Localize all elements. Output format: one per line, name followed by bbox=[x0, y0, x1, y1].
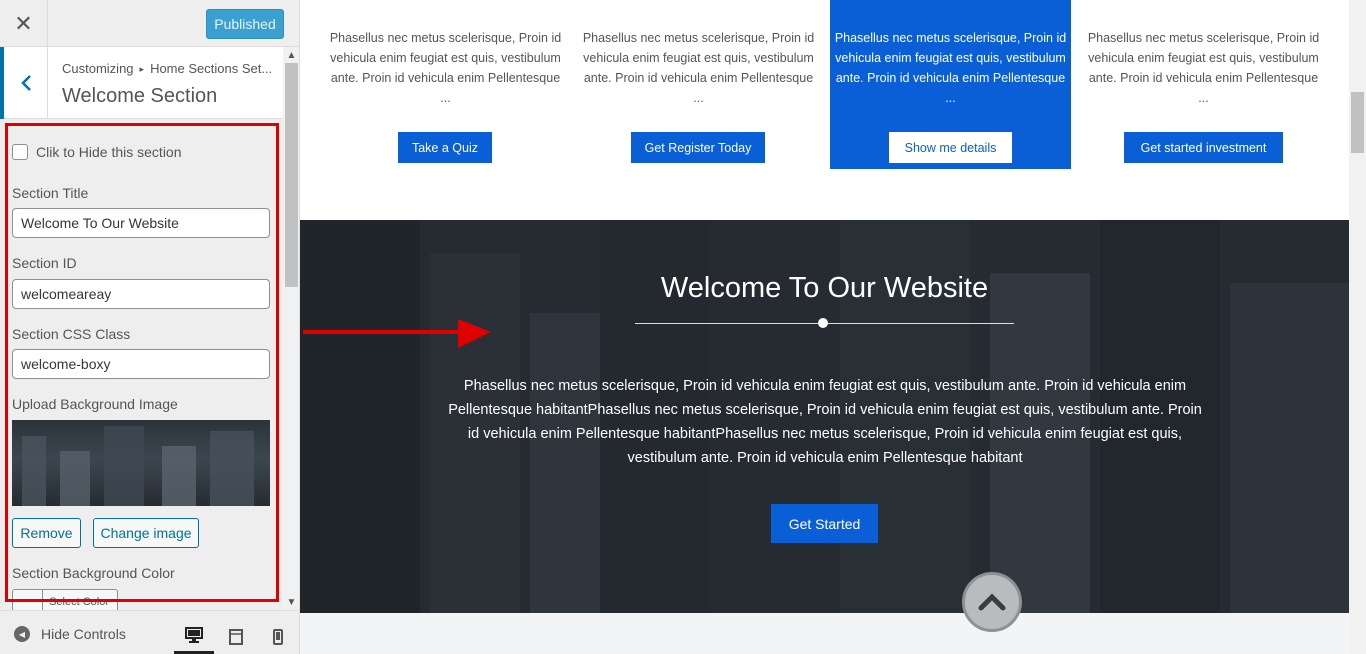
preview-scrollbar[interactable] bbox=[1349, 0, 1366, 654]
mobile-icon bbox=[273, 629, 283, 645]
sidebar-scroll-thumb[interactable] bbox=[285, 63, 298, 287]
scroll-to-top-button[interactable] bbox=[962, 572, 1022, 632]
breadcrumb: Customizing ▸ Home Sections Set... bbox=[62, 61, 272, 76]
chevron-left-icon bbox=[20, 75, 31, 91]
section-css-class-input[interactable]: welcome-boxy bbox=[12, 349, 270, 379]
remove-image-button[interactable]: Remove bbox=[12, 518, 81, 548]
scroll-up-arrow-icon[interactable]: ▲ bbox=[283, 47, 299, 63]
section-header: Customizing ▸ Home Sections Set... Welcome… bbox=[0, 47, 283, 119]
hide-section-checkbox[interactable] bbox=[12, 144, 28, 160]
sidebar-scrollbar[interactable]: ▲ ▼ bbox=[283, 47, 299, 610]
customizer-header: ✕ Published bbox=[0, 0, 299, 47]
tablet-icon bbox=[229, 629, 243, 645]
get-started-investment-button[interactable]: Get started investment bbox=[1124, 132, 1283, 163]
welcome-section: Welcome To Our Website Phasellus nec met… bbox=[300, 220, 1349, 613]
feature-card-active: Phasellus nec metus scelerisque, Proin i… bbox=[830, 0, 1071, 169]
feature-card-text: Phasellus nec metus scelerisque, Proin i… bbox=[1087, 31, 1320, 105]
preview-mobile-button[interactable] bbox=[258, 619, 298, 654]
select-color-label: Select Color bbox=[49, 596, 109, 608]
get-register-button[interactable]: Get Register Today bbox=[631, 132, 765, 163]
preview-tablet-button[interactable] bbox=[216, 619, 256, 654]
scroll-down-arrow-icon[interactable]: ▼ bbox=[283, 594, 299, 610]
red-arrow-annotation bbox=[303, 319, 491, 348]
bg-color-label: Section Background Color bbox=[12, 565, 175, 581]
feature-card: Phasellus nec metus scelerisque, Proin i… bbox=[1083, 0, 1324, 169]
next-section bbox=[300, 613, 1349, 654]
section-css-class-label: Section CSS Class bbox=[12, 326, 131, 342]
welcome-title: Welcome To Our Website bbox=[660, 272, 989, 304]
customizer-footer: ◀ Hide Controls bbox=[0, 610, 299, 654]
select-color-button[interactable]: Select Color bbox=[12, 589, 118, 610]
customizer-sidebar: ✕ Published Customizing ▸ Home Sections Se… bbox=[0, 0, 300, 654]
breadcrumb-parent: Home Sections Set... bbox=[150, 61, 273, 76]
get-started-button[interactable]: Get Started bbox=[771, 504, 878, 543]
bg-image-thumbnail bbox=[12, 420, 270, 506]
section-id-input[interactable]: welcomeareay bbox=[12, 279, 270, 309]
close-customizer-button[interactable]: ✕ bbox=[0, 0, 48, 47]
section-title-input[interactable]: Welcome To Our Website bbox=[12, 208, 270, 238]
section-controls: Clik to Hide this section Section Title … bbox=[0, 119, 283, 610]
change-image-button[interactable]: Change image bbox=[93, 518, 199, 548]
breadcrumb-arrow-icon: ▸ bbox=[139, 64, 145, 74]
feature-card-text: Phasellus nec metus scelerisque, Proin i… bbox=[582, 31, 815, 105]
section-title: Welcome Section bbox=[62, 85, 218, 107]
desktop-icon bbox=[185, 627, 203, 643]
feature-card: Phasellus nec metus scelerisque, Proin i… bbox=[578, 0, 819, 169]
feature-card: Phasellus nec metus scelerisque, Proin i… bbox=[325, 0, 566, 169]
breadcrumb-root: Customizing bbox=[62, 61, 134, 76]
welcome-text: Phasellus nec metus scelerisque, Proin i… bbox=[448, 378, 1202, 466]
feature-card-text: Phasellus nec metus scelerisque, Proin i… bbox=[329, 31, 562, 105]
title-divider-dot bbox=[818, 318, 828, 328]
collapse-icon[interactable]: ◀ bbox=[14, 626, 30, 642]
color-swatch bbox=[13, 590, 43, 610]
show-details-button[interactable]: Show me details bbox=[889, 132, 1012, 163]
close-icon: ✕ bbox=[14, 10, 33, 36]
back-button[interactable] bbox=[0, 47, 48, 119]
hide-section-label: Clik to Hide this section bbox=[36, 144, 182, 160]
take-quiz-button[interactable]: Take a Quiz bbox=[398, 132, 492, 163]
section-id-label: Section ID bbox=[12, 255, 77, 271]
preview-desktop-button[interactable] bbox=[174, 619, 214, 654]
preview-scroll-thumb[interactable] bbox=[1351, 92, 1364, 153]
upload-bg-image-label: Upload Background Image bbox=[12, 396, 178, 412]
feature-card-text: Phasellus nec metus scelerisque, Proin i… bbox=[834, 31, 1067, 105]
published-button[interactable]: Published bbox=[206, 9, 284, 39]
chevron-up-icon bbox=[978, 593, 1006, 611]
hide-controls-button[interactable]: Hide Controls bbox=[41, 626, 126, 642]
section-title-label: Section Title bbox=[12, 185, 89, 201]
